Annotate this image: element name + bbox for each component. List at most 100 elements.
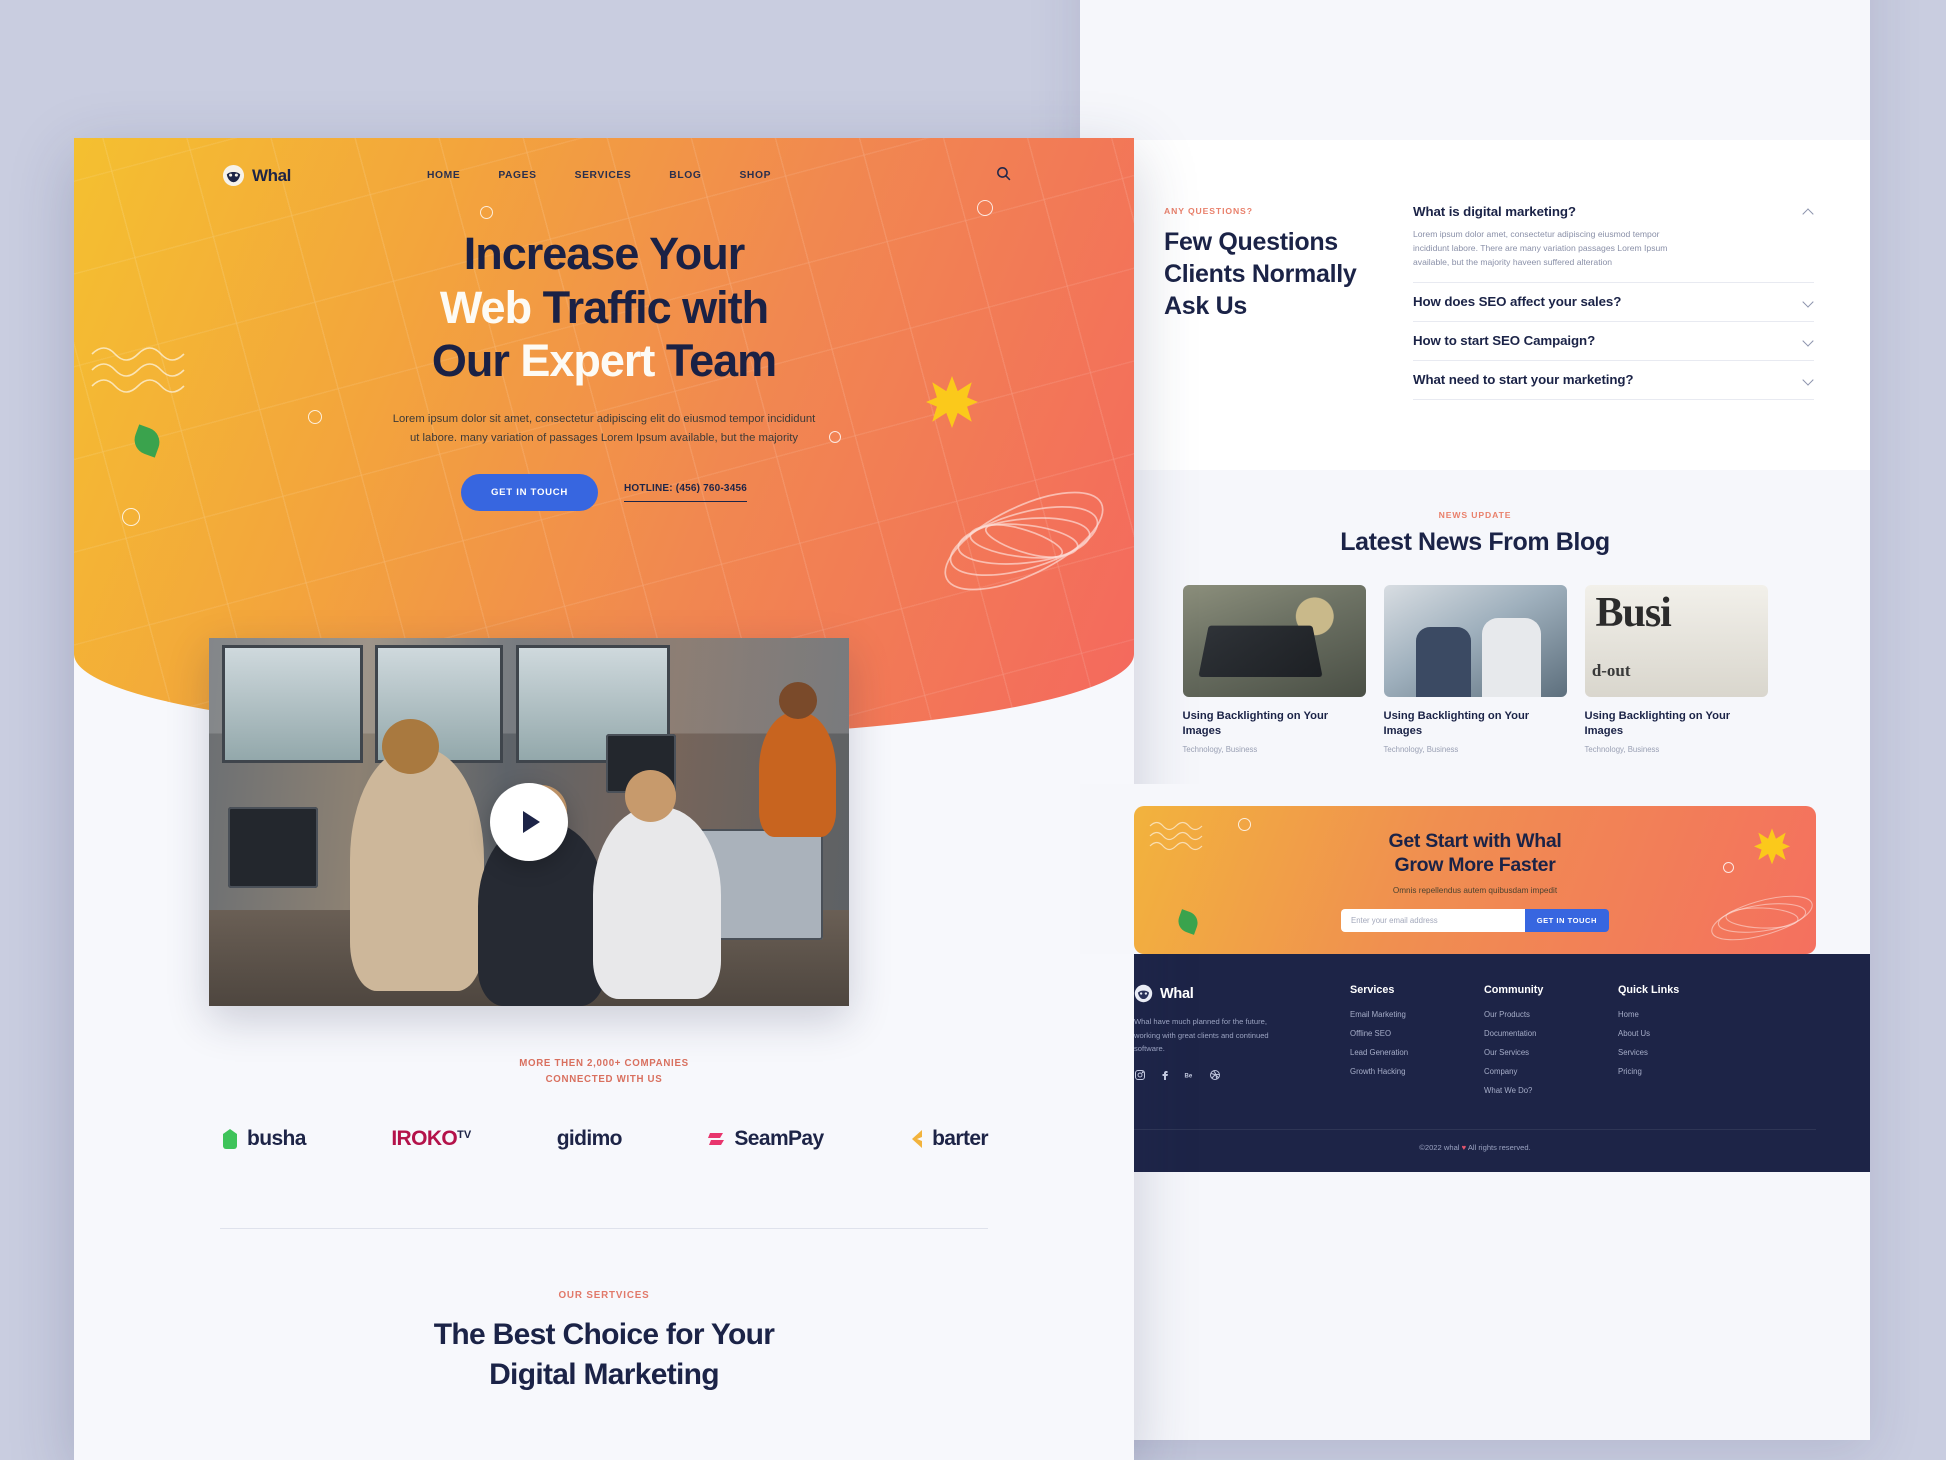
hero-heading: Increase Your Web Traffic with Our Exper… <box>74 227 1134 388</box>
blog-grid: Using Backlighting on Your Images Techno… <box>1080 584 1870 755</box>
footer-link[interactable]: Our Products <box>1484 1010 1592 1019</box>
play-icon <box>523 811 540 833</box>
faq-section: ANY QUESTIONS? Few Questions Clients Nor… <box>1080 140 1870 470</box>
heart-icon: ♥ <box>1461 1143 1467 1153</box>
services-heading-line2: Digital Marketing <box>489 1357 720 1391</box>
facebook-icon[interactable] <box>1159 1069 1171 1081</box>
pricing-section: ✓Product Recommendation ✓Advanced Cart ✓… <box>1080 0 1870 140</box>
chevron-down-icon[interactable] <box>1803 335 1814 346</box>
faq-title-line1: Few Questions <box>1164 228 1338 256</box>
footer-link[interactable]: Documentation <box>1484 1029 1592 1038</box>
footer-socials: Be <box>1134 1069 1324 1081</box>
services-heading: The Best Choice for Your Digital Marketi… <box>74 1315 1134 1394</box>
play-button[interactable] <box>490 783 568 861</box>
faq-item[interactable]: How does SEO affect your sales? <box>1413 283 1814 322</box>
faq-question: How to start SEO Campaign? <box>1413 332 1596 348</box>
client-logo-gidimo[interactable]: gidimo <box>557 1127 623 1151</box>
leaf-decoration <box>1175 909 1201 936</box>
svg-text:Be: Be <box>1185 1074 1193 1080</box>
blog-thumbnail[interactable] <box>1182 584 1366 697</box>
cta-banner: Get Start with Whal Grow More Faster Omn… <box>1134 806 1816 955</box>
blog-card[interactable]: Using Backlighting on Your Images Techno… <box>1383 584 1567 754</box>
client-logo-barter[interactable]: barter <box>909 1127 989 1151</box>
barter-icon <box>912 1130 923 1149</box>
faq-item-header[interactable]: How does SEO affect your sales? <box>1413 294 1814 309</box>
footer-description: Whal have much planned for the future, w… <box>1134 1017 1269 1053</box>
hotline-link[interactable]: HOTLINE: (456) 760-3456 <box>624 483 747 503</box>
logo[interactable]: Whal <box>222 164 291 187</box>
faq-answer: Lorem ipsum dolor amet, consectetur adip… <box>1413 229 1668 267</box>
faq-item[interactable]: What need to start your marketing? <box>1413 361 1814 400</box>
footer-column-community: Community Our Products Documentation Our… <box>1484 984 1592 1105</box>
blog-card-meta: Technology, Business <box>1182 745 1258 755</box>
person-head <box>625 770 677 822</box>
nav-item-services[interactable]: SERVICES <box>575 170 632 181</box>
video-player[interactable] <box>209 638 849 1006</box>
faq-item[interactable]: How to start SEO Campaign? <box>1413 322 1814 361</box>
chevron-up-icon[interactable] <box>1803 206 1814 217</box>
footer-link[interactable]: Home <box>1618 1010 1726 1019</box>
footer-link[interactable]: Lead Generation <box>1350 1048 1458 1057</box>
nav-item-home[interactable]: HOME <box>427 170 460 181</box>
cta-heading: Get Start with Whal Grow More Faster <box>1388 829 1561 877</box>
faq-item[interactable]: What is digital marketing? Lorem ipsum d… <box>1413 200 1814 283</box>
footer-link[interactable]: Email Marketing <box>1350 1010 1458 1019</box>
ring-decoration <box>1723 862 1734 874</box>
footer-link[interactable]: What We Do? <box>1484 1086 1592 1095</box>
behance-icon[interactable]: Be <box>1184 1069 1196 1081</box>
copyright-post: All rights reserved. <box>1467 1143 1531 1153</box>
footer-link[interactable]: Our Services <box>1484 1048 1592 1057</box>
blog-card-title: Using Backlighting on Your Images <box>1383 709 1530 737</box>
footer-link[interactable]: About Us <box>1618 1029 1726 1038</box>
footer-logo-text: Whal <box>1160 985 1194 1002</box>
clients-eyebrow-line1: MORE THEN 2,000+ COMPANIES <box>519 1058 689 1069</box>
faq-title-line2: Clients Normally <box>1164 259 1357 288</box>
cta-subtitle: Omnis repellendus autem quibusdam impedi… <box>1392 886 1558 895</box>
blog-eyebrow: NEWS UPDATE <box>1438 509 1512 520</box>
client-logo-busha[interactable]: busha <box>220 1127 306 1151</box>
email-field[interactable] <box>1341 909 1525 932</box>
get-in-touch-button[interactable]: GET IN TOUCH <box>1524 909 1609 932</box>
nav-links: HOME PAGES SERVICES BLOG SHOP <box>427 170 771 181</box>
instagram-icon[interactable] <box>1134 1069 1146 1081</box>
footer-logo[interactable]: Whal <box>1134 984 1324 1003</box>
person-figure <box>759 711 837 837</box>
footer-link[interactable]: Growth Hacking <box>1350 1067 1458 1076</box>
client-logo-text: busha <box>247 1127 306 1151</box>
services-eyebrow: OUR SERTVICES <box>558 1290 650 1301</box>
search-icon[interactable] <box>995 165 1012 187</box>
footer-link[interactable]: Company <box>1484 1067 1592 1076</box>
faq-question: What need to start your marketing? <box>1413 371 1634 387</box>
blog-card[interactable]: Using Backlighting on Your Images Techno… <box>1584 584 1768 754</box>
client-logo-irokotv[interactable]: IROKO tv <box>391 1127 471 1151</box>
nav-item-blog[interactable]: BLOG <box>669 170 701 181</box>
footer-link[interactable]: Services <box>1618 1048 1726 1057</box>
chevron-down-icon[interactable] <box>1803 296 1814 307</box>
hero-paragraph: Lorem ipsum dolor sit amet, consectetur … <box>392 412 816 445</box>
person-head <box>381 718 440 775</box>
hero-line1: Increase Your <box>463 228 745 279</box>
showcase-panel-right: ✓Product Recommendation ✓Advanced Cart ✓… <box>1080 0 1870 1440</box>
faq-item-header[interactable]: What is digital marketing? <box>1413 204 1814 219</box>
footer-link[interactable]: Pricing <box>1618 1067 1726 1076</box>
blog-card-title: Using Backlighting on Your Images <box>1182 709 1329 737</box>
get-in-touch-button[interactable]: GET IN TOUCH <box>461 474 598 512</box>
faq-eyebrow: ANY QUESTIONS? <box>1164 206 1253 216</box>
footer-link[interactable]: Offline SEO <box>1350 1029 1458 1038</box>
faq-item-header[interactable]: What need to start your marketing? <box>1413 372 1814 387</box>
nav-item-pages[interactable]: PAGES <box>498 170 536 181</box>
dribbble-icon[interactable] <box>1209 1069 1221 1081</box>
ring-decoration <box>1238 818 1251 832</box>
client-logo-text: barter <box>932 1127 989 1151</box>
nav-item-shop[interactable]: SHOP <box>739 170 771 181</box>
hero-line2: Traffic with <box>531 281 770 333</box>
busha-icon <box>223 1129 237 1150</box>
blog-thumbnail[interactable] <box>1584 584 1768 697</box>
clients-section: MORE THEN 2,000+ COMPANIES CONNECTED WIT… <box>74 1056 1134 1151</box>
faq-title: Few Questions Clients Normally Ask Us <box>1164 227 1389 322</box>
client-logo-seampay[interactable]: SeamPay <box>707 1127 824 1151</box>
blog-thumbnail[interactable] <box>1383 584 1567 697</box>
blog-card[interactable]: Using Backlighting on Your Images Techno… <box>1182 584 1366 755</box>
chevron-down-icon[interactable] <box>1803 374 1814 385</box>
faq-item-header[interactable]: How to start SEO Campaign? <box>1413 333 1814 348</box>
